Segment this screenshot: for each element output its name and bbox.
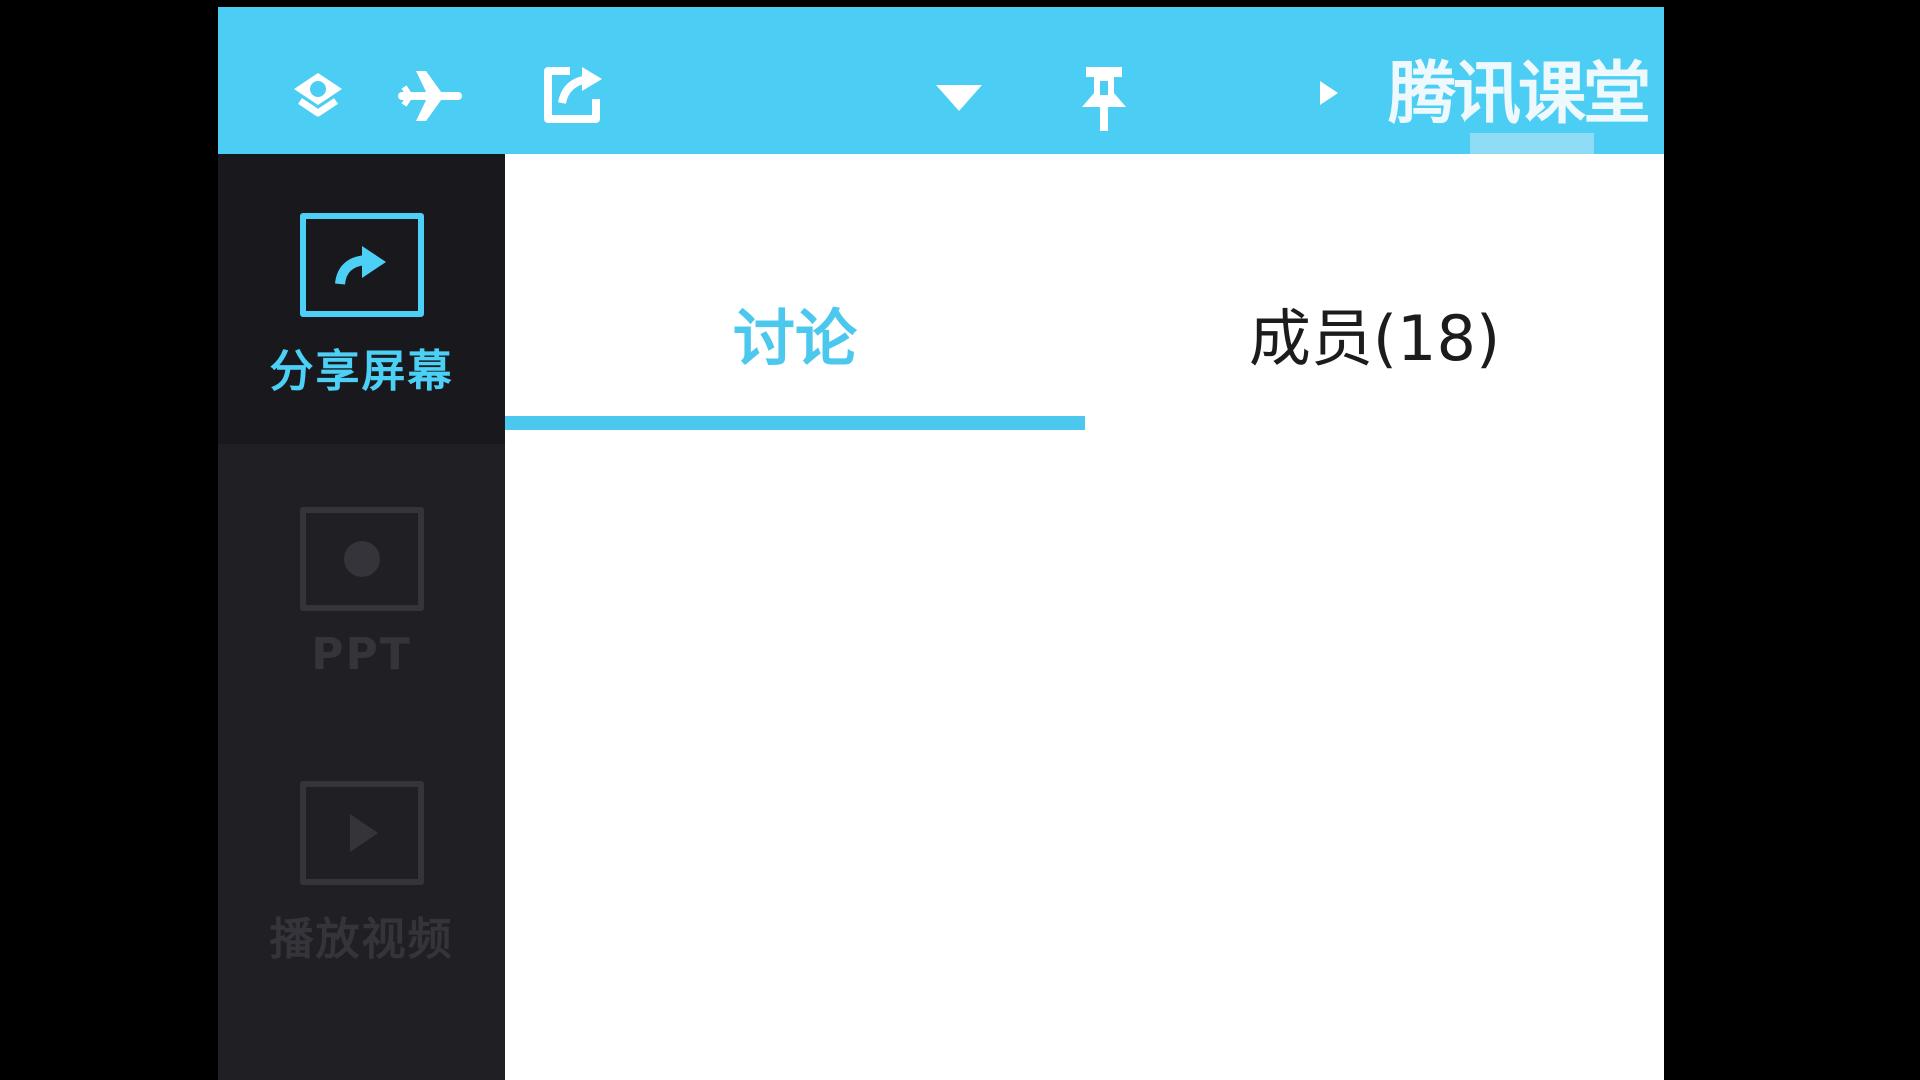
tab-members[interactable]: 成员(18) <box>1085 294 1664 384</box>
share-screen-label: 分享屏幕 <box>269 346 454 397</box>
play-video-icon <box>299 781 424 885</box>
share-screen-icon <box>299 213 424 317</box>
dropdown-arrow-icon[interactable] <box>934 81 984 113</box>
title-bar: 腾讯课堂 <box>218 7 1664 154</box>
brand-logo: 腾讯课堂 <box>1388 55 1651 134</box>
play-arrow-icon[interactable] <box>1316 77 1342 109</box>
panel-tabs: 讨论 成员(18) <box>505 154 1664 439</box>
share-out-icon[interactable] <box>540 63 606 125</box>
active-tab-indicator <box>505 416 1085 430</box>
airplane-icon[interactable] <box>398 65 462 127</box>
pin-icon[interactable] <box>1076 63 1132 133</box>
chat-panel: 讨论 成员(18) <box>505 154 1664 1080</box>
share-screen-button[interactable]: 分享屏幕 <box>218 213 505 399</box>
ppt-button[interactable]: PPT <box>218 507 505 680</box>
play-video-button[interactable]: 播放视频 <box>218 781 505 967</box>
ppt-icon <box>299 507 424 611</box>
play-video-label: 播放视频 <box>269 914 454 965</box>
account-badge-icon[interactable] <box>290 67 346 127</box>
ppt-label: PPT <box>311 629 412 680</box>
classroom-window: 腾讯课堂 分享屏幕 PPT 播放视频 讨论 成员(18) <box>218 7 1664 1080</box>
tab-discussion[interactable]: 讨论 <box>505 294 1085 384</box>
tools-sidebar: 分享屏幕 PPT 播放视频 <box>218 154 505 1080</box>
